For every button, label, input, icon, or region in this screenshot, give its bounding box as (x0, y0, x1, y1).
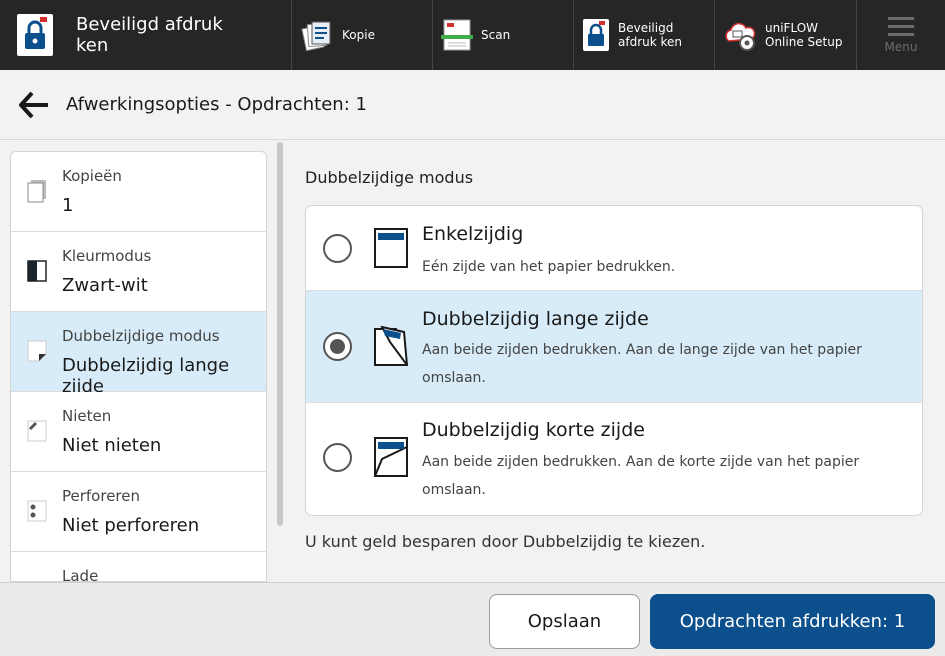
sidebar-item-value: Zwart-wit (62, 275, 148, 296)
radio-short-edge[interactable] (323, 443, 352, 472)
option-title: Dubbelzijdig lange zijde (422, 308, 649, 330)
sidebar-item-punch[interactable]: Perforeren Niet perforeren (11, 472, 266, 552)
sidebar-item-value: Niet nieten (62, 435, 162, 456)
back-button[interactable] (14, 85, 54, 125)
sidebar-item-tray[interactable]: Lade (11, 552, 266, 582)
settings-list: Kopieën 1 Kleurmodus Zwart-wit Dubbelzij… (10, 151, 267, 582)
radio-single-sided[interactable] (323, 234, 352, 263)
sidebar-item-label: Nieten (62, 407, 112, 425)
sidebar-item-label: Dubbelzijdige modus (62, 327, 220, 345)
top-bar: Beveiligd afdruk ken Kopie Scan Beveilig… (0, 0, 945, 70)
arrow-left-icon (19, 91, 48, 118)
page-header: Afwerkingsopties - Opdrachten: 1 (0, 70, 945, 140)
sidebar-item-value: Niet perforeren (62, 515, 200, 536)
option-long-edge[interactable]: Dubbelzijdig lange zijde Aan beide zijde… (306, 291, 922, 403)
sidebar-item-copies[interactable]: Kopieën 1 (11, 152, 266, 232)
option-single-sided[interactable]: Enkelzijdig Eén zijde van het papier bed… (306, 206, 922, 291)
duplex-options: Enkelzijdig Eén zijde van het papier bed… (305, 205, 923, 516)
nav-copy-label: Kopie (342, 28, 375, 42)
settings-list-scrollbar[interactable] (277, 142, 283, 526)
nav-uniflow-setup-label: uniFLOW Online Setup (765, 21, 843, 49)
option-description: Aan beide zijden bedrukken. Aan de korte… (422, 454, 860, 498)
sidebar-item-label: Perforeren (62, 487, 141, 505)
sidebar-item-value: Dubbelzijdig lange zijde (62, 355, 230, 397)
copies-icon (26, 180, 48, 203)
option-title: Dubbelzijdig korte zijde (422, 419, 645, 441)
duplex-icon (26, 340, 48, 362)
savings-hint: U kunt geld besparen door Dubbelzijdig t… (305, 532, 706, 551)
duplex-long-edge-icon (374, 326, 408, 366)
page-title: Afwerkingsopties - Opdrachten: 1 (66, 94, 367, 115)
save-button[interactable]: Opslaan (489, 594, 640, 649)
option-description: Aan beide zijden bedrukken. Aan de lange… (422, 342, 862, 386)
option-short-edge[interactable]: Dubbelzijdig korte zijde Aan beide zijde… (306, 403, 922, 515)
app-title-tile: Beveiligd afdruk ken (0, 0, 292, 70)
footer-bar: Opslaan Opdrachten afdrukken: 1 (0, 582, 945, 656)
copy-icon (300, 18, 334, 52)
secure-print-icon (582, 18, 610, 52)
nav-secure-print-button[interactable]: Beveiligd afdruk ken (574, 0, 715, 70)
sidebar-item-value: 1 (62, 195, 74, 216)
single-sided-icon (374, 228, 408, 268)
nav-scan-button[interactable]: Scan (433, 0, 574, 70)
nav-uniflow-setup-button[interactable]: uniFLOW Online Setup (715, 0, 857, 70)
cloud-settings-icon (723, 19, 757, 51)
radio-long-edge[interactable] (323, 332, 352, 361)
sidebar-item-duplex-mode[interactable]: Dubbelzijdige modus Dubbelzijdig lange z… (11, 312, 266, 397)
secure-print-app-icon (16, 13, 54, 57)
menu-label: Menu (884, 40, 918, 54)
sidebar-item-color-mode[interactable]: Kleurmodus Zwart-wit (11, 232, 266, 312)
sidebar-item-staple[interactable]: Nieten Niet nieten (11, 392, 266, 472)
sidebar-item-label: Kopieën (62, 167, 122, 185)
option-description: Eén zijde van het papier bedrukken. (422, 259, 676, 275)
duplex-short-edge-icon (374, 437, 408, 477)
color-mode-icon (26, 260, 48, 282)
nav-scan-label: Scan (481, 28, 511, 42)
scan-icon (441, 18, 473, 52)
print-jobs-button[interactable]: Opdrachten afdrukken: 1 (650, 594, 935, 649)
section-title: Dubbelzijdige modus (305, 168, 474, 187)
punch-icon (26, 500, 48, 522)
sidebar-item-label: Kleurmodus (62, 247, 152, 265)
option-title: Enkelzijdig (422, 223, 524, 245)
hamburger-menu-icon (888, 16, 914, 36)
sidebar-item-label: Lade (62, 567, 99, 582)
app-title: Beveiligd afdruk ken (76, 14, 223, 56)
staple-icon (26, 420, 48, 442)
menu-button[interactable]: Menu (857, 0, 945, 70)
nav-copy-button[interactable]: Kopie (292, 0, 433, 70)
nav-secure-print-label: Beveiligd afdruk ken (618, 21, 683, 49)
